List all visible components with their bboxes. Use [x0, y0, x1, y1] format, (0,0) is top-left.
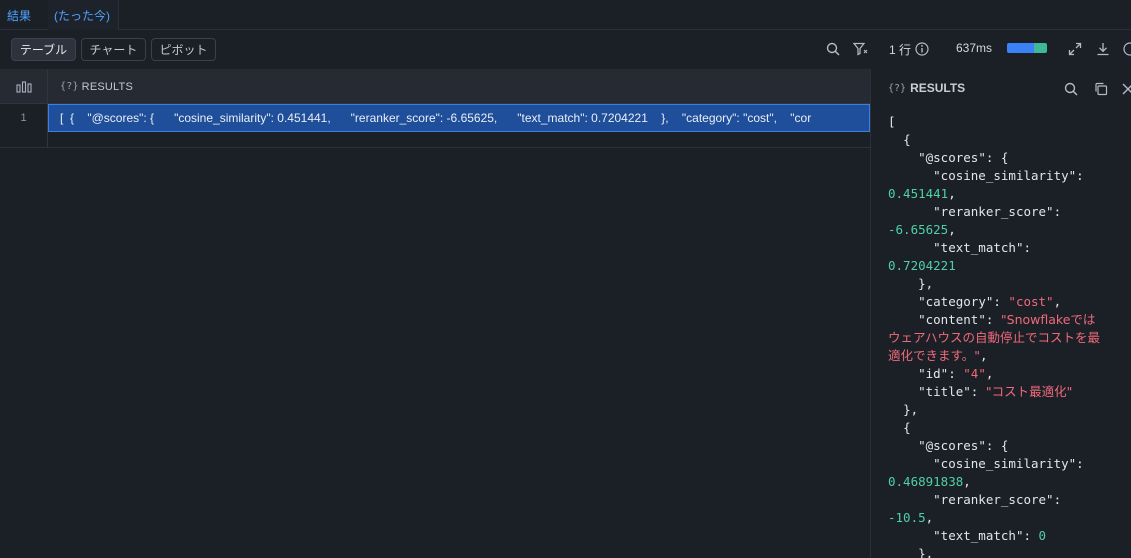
- json-token: ,: [980, 348, 988, 363]
- json-string: 適化できます。": [888, 348, 980, 363]
- panel-title-label: RESULTS: [910, 81, 966, 95]
- json-token: "id":: [888, 366, 964, 381]
- filter-icon[interactable]: [852, 41, 868, 57]
- view-pivot-button[interactable]: ピボット: [151, 38, 216, 61]
- json-line: "@scores": {: [888, 437, 1128, 455]
- json-token: {: [888, 420, 911, 435]
- table-cell-results[interactable]: [ { "@scores": { "cosine_similarity": 0.…: [48, 104, 870, 132]
- json-token: "text_match":: [888, 240, 1031, 255]
- copy-icon[interactable]: [1093, 81, 1109, 97]
- json-number: -10.5: [888, 510, 926, 525]
- json-token: "category":: [888, 294, 1009, 309]
- json-line: },: [888, 401, 1128, 419]
- tab-run-time[interactable]: (たった今): [48, 0, 119, 30]
- json-number: 0: [1038, 528, 1047, 543]
- json-line: "reranker_score":: [888, 203, 1128, 221]
- results-grid: {?} RESULTS 1 [ { "@scores": { "cosine_s…: [0, 69, 870, 558]
- json-line: -6.65625,: [888, 221, 1128, 239]
- json-line: ウェアハウスの自動停止でコストを最: [888, 329, 1128, 347]
- help-icon[interactable]: [1122, 41, 1131, 57]
- json-string: "cost": [1008, 294, 1054, 309]
- json-token: {: [888, 132, 911, 147]
- query-timing-bar: [1007, 43, 1047, 53]
- results-toolbar: テーブル チャート ピボット 1 行 637ms: [0, 30, 1131, 68]
- json-line: "text_match":: [888, 239, 1128, 257]
- json-line: 0.7204221: [888, 257, 1128, 275]
- json-string: "4": [963, 366, 986, 381]
- json-line: [: [888, 113, 1128, 131]
- json-token: "text_match":: [888, 528, 1039, 543]
- close-icon[interactable]: [1120, 81, 1131, 97]
- search-icon[interactable]: [1063, 81, 1079, 97]
- json-line: 0.451441,: [888, 185, 1128, 203]
- json-token: ,: [963, 474, 971, 489]
- variant-type-icon: {?}: [60, 81, 79, 92]
- table-row[interactable]: 1 [ { "@scores": { "cosine_similarity": …: [0, 104, 870, 132]
- panel-title: {?} RESULTS: [888, 81, 965, 95]
- json-line: 適化できます。",: [888, 347, 1128, 365]
- info-icon[interactable]: [914, 41, 930, 57]
- json-number: 0.7204221: [888, 258, 956, 273]
- search-icon[interactable]: [825, 41, 841, 57]
- table-row-empty: [0, 132, 870, 148]
- json-token: "content":: [888, 312, 1001, 327]
- json-line: 0.46891838,: [888, 473, 1128, 491]
- json-line: {: [888, 131, 1128, 149]
- json-line: "@scores": {: [888, 149, 1128, 167]
- json-token: ,: [1053, 294, 1062, 309]
- json-token: "cosine_similarity":: [888, 168, 1084, 183]
- json-line: "title": "コスト最適化": [888, 383, 1128, 401]
- json-token: ,: [948, 222, 956, 237]
- view-chart-button[interactable]: チャート: [81, 38, 146, 61]
- json-token: "reranker_score":: [888, 204, 1062, 219]
- column-header-results[interactable]: {?} RESULTS: [60, 69, 133, 104]
- json-token: },: [888, 276, 934, 291]
- json-token: "cosine_similarity":: [888, 456, 1084, 471]
- json-line: "cosine_similarity":: [888, 455, 1128, 473]
- column-header-label: RESULTS: [81, 80, 133, 93]
- json-line: {: [888, 419, 1128, 437]
- json-token: "@scores": {: [888, 150, 1009, 165]
- json-string: "Snowflakeでは: [1000, 312, 1096, 327]
- download-icon[interactable]: [1095, 41, 1111, 57]
- grid-header: {?} RESULTS: [0, 69, 870, 104]
- variant-type-icon: {?}: [888, 82, 907, 94]
- json-token: "title":: [888, 384, 986, 399]
- json-number: -6.65625: [888, 222, 949, 237]
- json-string: "コスト最適化": [985, 384, 1073, 399]
- json-line: "text_match": 0: [888, 527, 1128, 545]
- json-token: ,: [925, 510, 934, 525]
- results-tab-bar: 結果 (たった今): [0, 0, 1131, 30]
- json-token: },: [888, 402, 919, 417]
- json-line: -10.5,: [888, 509, 1128, 527]
- json-line: "reranker_score":: [888, 491, 1128, 509]
- tab-results[interactable]: 結果: [0, 0, 31, 30]
- expand-icon[interactable]: [1067, 41, 1083, 57]
- json-line: "cosine_similarity":: [888, 167, 1128, 185]
- json-line: "id": "4",: [888, 365, 1128, 383]
- query-duration: 637ms: [956, 41, 993, 55]
- json-string: ウェアハウスの自動停止でコストを最: [888, 330, 1101, 345]
- json-line: },: [888, 545, 1128, 558]
- json-token: "@scores": {: [888, 438, 1009, 453]
- json-token: [: [888, 114, 896, 129]
- json-line: },: [888, 275, 1128, 293]
- json-line: "category": "cost",: [888, 293, 1128, 311]
- json-token: ,: [948, 186, 956, 201]
- json-token: "reranker_score":: [888, 492, 1062, 507]
- view-table-button[interactable]: テーブル: [11, 38, 76, 61]
- row-count: 1 行: [889, 43, 912, 57]
- json-token: },: [888, 546, 934, 558]
- row-number: 1: [0, 104, 48, 132]
- json-line: "content": "Snowflakeでは: [888, 311, 1128, 329]
- json-token: ,: [985, 366, 994, 381]
- json-number: 0.451441: [888, 186, 949, 201]
- json-number: 0.46891838: [888, 474, 964, 489]
- json-viewer: [ { "@scores": { "cosine_similarity": 0.4…: [888, 113, 1128, 558]
- cell-detail-panel: {?} RESULTS [ { "@scores": { "cosine_sim…: [870, 69, 1131, 558]
- column-stats-icon[interactable]: [0, 69, 48, 104]
